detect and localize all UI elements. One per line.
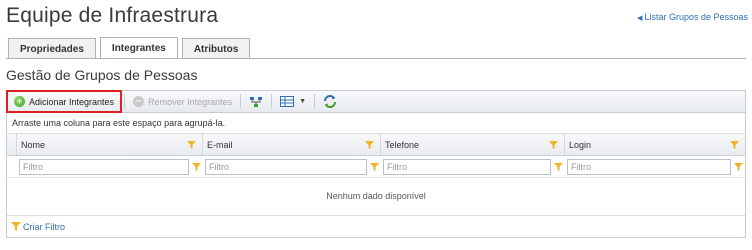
filter-cell-email — [203, 158, 381, 175]
plus-circle-icon: + — [14, 96, 25, 107]
filter-input-telefone[interactable] — [383, 158, 551, 175]
column-header-label: Login — [569, 139, 592, 150]
section-title: Gestão de Grupos de Pessoas — [6, 67, 198, 83]
group-drop-area[interactable]: Arraste uma coluna para este espaço para… — [6, 113, 746, 134]
column-header-nome[interactable]: Nome — [17, 134, 203, 155]
filter-icon[interactable] — [554, 162, 563, 171]
column-header-label: Nome — [21, 139, 46, 150]
filter-cell-login — [565, 158, 745, 175]
toolbar-separator — [124, 94, 126, 109]
filter-icon[interactable] — [365, 140, 374, 149]
filter-icon[interactable] — [734, 162, 743, 171]
tab-bar: Propriedades Integrantes Atributos — [8, 37, 251, 59]
remove-members-button[interactable]: − Remover Integrantes — [127, 91, 238, 112]
create-filter-link[interactable]: Criar Filtro — [7, 215, 745, 237]
back-link[interactable]: ◀ Listar Grupos de Pessoas — [637, 12, 748, 22]
add-members-label: Adicionar Integrantes — [29, 96, 115, 107]
filter-cell-telefone — [381, 158, 565, 175]
minus-circle-icon: − — [133, 96, 145, 107]
chevron-down-icon: ▼ — [299, 98, 307, 105]
create-filter-label: Criar Filtro — [23, 221, 65, 232]
column-header-telefone[interactable]: Telefone — [381, 134, 565, 155]
filter-icon[interactable] — [730, 140, 739, 149]
filter-input-nome[interactable] — [19, 158, 189, 175]
hierarchy-icon — [250, 96, 263, 107]
columns-icon — [280, 96, 295, 107]
column-header-login[interactable]: Login — [565, 134, 745, 155]
tab-integrantes[interactable]: Integrantes — [99, 37, 178, 59]
hierarchy-button[interactable] — [243, 91, 269, 112]
filter-icon[interactable] — [187, 140, 196, 149]
remove-members-label: Remover Integrantes — [148, 96, 233, 107]
toolbar-separator — [271, 94, 273, 109]
filter-icon[interactable] — [192, 162, 201, 171]
toolbar-separator — [314, 94, 316, 109]
tab-propriedades[interactable]: Propriedades — [8, 38, 96, 59]
back-arrow-icon: ◀ — [637, 15, 643, 22]
filter-input-login[interactable] — [567, 158, 731, 175]
toolbar-separator — [240, 94, 242, 109]
refresh-button[interactable] — [317, 91, 343, 112]
filter-icon[interactable] — [549, 140, 558, 149]
back-link-label: Listar Grupos de Pessoas — [644, 12, 748, 22]
filter-icon[interactable] — [370, 162, 379, 171]
columns-menu-button[interactable]: ▼ — [274, 91, 312, 112]
page-title: Equipe de Infraestrura — [6, 4, 219, 27]
column-header-label: E-mail — [207, 139, 233, 150]
empty-message: Nenhum dado disponível — [326, 191, 426, 201]
tab-atributos[interactable]: Atributos — [181, 38, 251, 59]
add-members-button[interactable]: + Adicionar Integrantes — [6, 90, 123, 113]
filter-cell-nome — [17, 158, 203, 175]
refresh-icon — [324, 95, 337, 108]
members-grid: Nome E-mail Telefone Login Filtro Filtro… — [6, 134, 746, 238]
toolbar: + Adicionar Integrantes − Remover Integr… — [6, 90, 746, 113]
column-header-label: Telefone — [385, 139, 420, 150]
tabs-divider — [6, 58, 746, 59]
column-header-email[interactable]: E-mail — [203, 134, 381, 155]
grid-filter-row — [7, 156, 745, 178]
filter-icon — [11, 222, 21, 231]
filter-input-email[interactable] — [205, 158, 367, 175]
grid-header-row: Nome E-mail Telefone Login — [7, 134, 745, 156]
